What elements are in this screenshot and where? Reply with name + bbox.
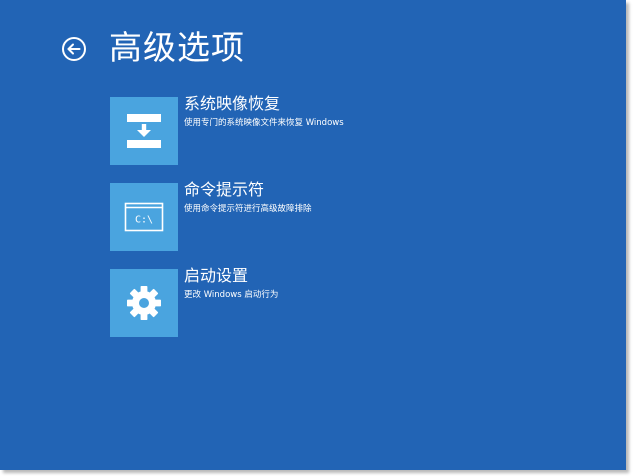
option-tile: C:\: [110, 183, 178, 251]
option-startup-settings[interactable]: 启动设置 更改 Windows 启动行为: [110, 266, 430, 337]
command-prompt-glyph: C:\: [135, 215, 153, 226]
option-system-image-recovery[interactable]: 系统映像恢复 使用专门的系统映像文件来恢复 Windows: [110, 94, 430, 165]
advanced-options-screen: 高级选项 系统映像恢复 使用专门的系统映像文件来恢复 Windows C:\ 命…: [0, 0, 626, 470]
command-prompt-icon: C:\: [124, 202, 164, 232]
option-title: 命令提示符: [184, 180, 265, 199]
page-title: 高级选项: [109, 28, 245, 67]
option-tile: [110, 97, 178, 165]
back-button[interactable]: [61, 36, 87, 62]
option-description: 使用专门的系统映像文件来恢复 Windows: [184, 118, 344, 128]
option-tile: [110, 269, 178, 337]
option-description: 更改 Windows 启动行为: [184, 290, 279, 300]
option-command-prompt[interactable]: C:\ 命令提示符 使用命令提示符进行高级故障排除: [110, 180, 430, 251]
option-description: 使用命令提示符进行高级故障排除: [184, 204, 312, 214]
system-image-recovery-icon: [127, 114, 161, 148]
option-title: 启动设置: [184, 266, 249, 285]
back-arrow-circle-icon: [62, 37, 86, 61]
option-title: 系统映像恢复: [184, 94, 281, 113]
gear-icon: [127, 286, 161, 320]
